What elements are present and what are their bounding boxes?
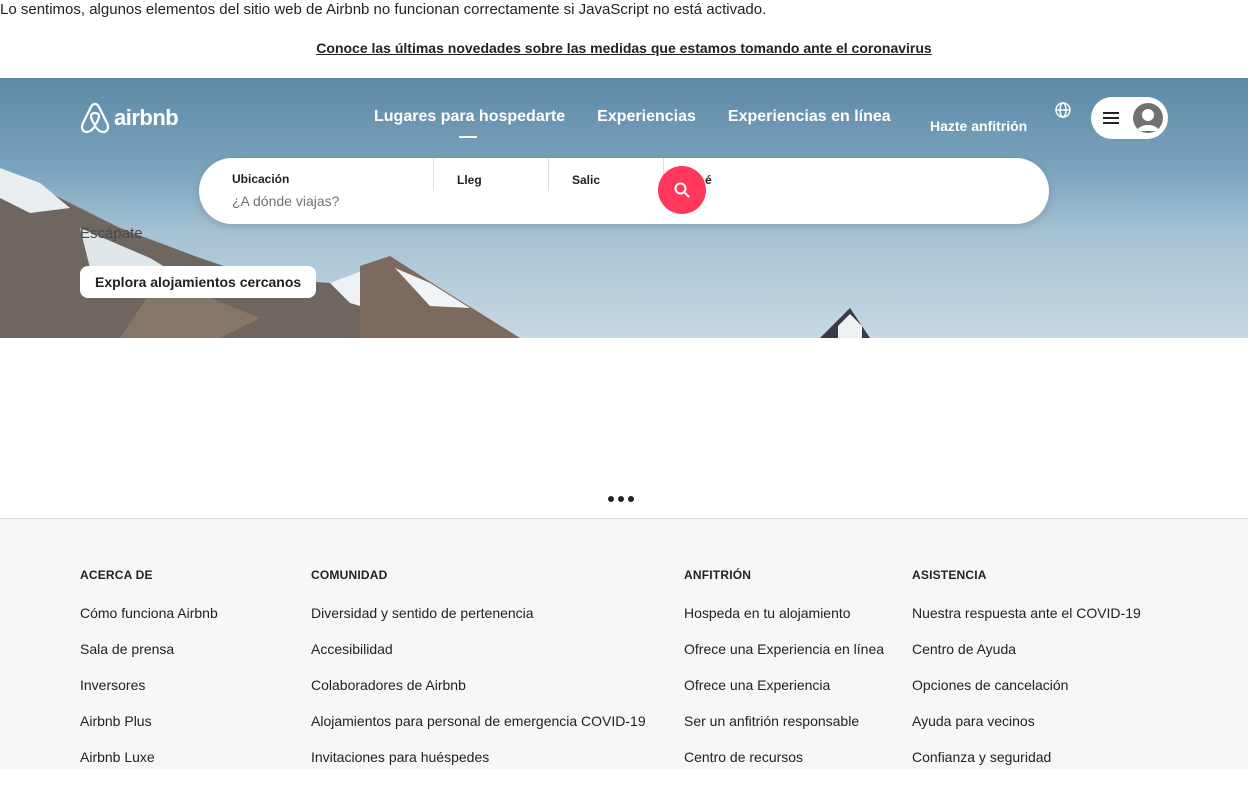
- footer-link[interactable]: Inversores: [80, 677, 218, 713]
- guests-field[interactable]: é: [705, 173, 712, 187]
- footer-column-title: ANFITRIÓN: [684, 568, 752, 582]
- footer-column-support: ASISTENCIA Nuestra respuesta ante el COV…: [912, 568, 1141, 785]
- nav-online-experiences[interactable]: Experiencias en línea: [728, 108, 891, 126]
- airbnb-logo-icon: [80, 102, 110, 134]
- airbnb-logo[interactable]: airbnb: [80, 102, 179, 134]
- footer-column-about: ACERCA DE Cómo funciona Airbnb Sala de p…: [80, 568, 218, 785]
- footer-link[interactable]: Colaboradores de Airbnb: [311, 677, 646, 713]
- logo-text: airbnb: [114, 105, 179, 130]
- explore-nearby-button[interactable]: Explora alojamientos cercanos: [80, 266, 317, 298]
- footer-link[interactable]: Alojamientos para personal de emergencia…: [311, 713, 646, 749]
- nav-experiences[interactable]: Experiencias: [597, 108, 696, 126]
- footer-link[interactable]: Airbnb Luxe: [80, 749, 218, 785]
- footer-link[interactable]: Accesibilidad: [311, 641, 646, 677]
- footer-link[interactable]: Ser un anfitrión responsable: [684, 713, 884, 749]
- footer: ACERCA DE Cómo funciona Airbnb Sala de p…: [0, 518, 1248, 769]
- hamburger-menu-icon: [1103, 112, 1119, 124]
- footer-link[interactable]: Opciones de cancelación: [912, 677, 1141, 713]
- footer-link[interactable]: Centro de recursos: [684, 749, 884, 785]
- covid-info-link[interactable]: Conoce las últimas novedades sobre las m…: [316, 40, 931, 56]
- search-button[interactable]: [658, 166, 706, 214]
- footer-link[interactable]: Hospeda en tu alojamiento: [684, 605, 884, 641]
- footer-column-community: COMUNIDAD Diversidad y sentido de perten…: [311, 568, 646, 785]
- footer-link[interactable]: Centro de Ayuda: [912, 641, 1141, 677]
- nav-stays[interactable]: Lugares para hospedarte: [374, 108, 565, 138]
- footer-link[interactable]: Confianza y seguridad: [912, 749, 1141, 785]
- footer-link[interactable]: Diversidad y sentido de pertenencia: [311, 605, 646, 641]
- checkout-field[interactable]: Salic: [572, 173, 600, 187]
- location-input[interactable]: [232, 193, 422, 209]
- main-nav: Lugares para hospedarte Experiencias Exp…: [374, 108, 891, 138]
- footer-link[interactable]: Nuestra respuesta ante el COVID-19: [912, 605, 1141, 641]
- globe-icon[interactable]: [1053, 100, 1073, 120]
- hero-tagline: Escápate: [80, 225, 143, 242]
- footer-link[interactable]: Ayuda para vecinos: [912, 713, 1141, 749]
- location-label: Ubicación: [232, 172, 290, 186]
- divider: [433, 158, 434, 191]
- javascript-disabled-notice: Lo sentimos, algunos elementos del sitio…: [0, 1, 767, 18]
- footer-link[interactable]: Cómo funciona Airbnb: [80, 605, 218, 641]
- user-menu-button[interactable]: [1091, 97, 1168, 139]
- footer-link[interactable]: Ofrece una Experiencia en línea: [684, 641, 884, 677]
- checkin-field[interactable]: Lleg: [457, 173, 482, 187]
- footer-column-title: ASISTENCIA: [912, 568, 987, 582]
- footer-link[interactable]: Invitaciones para huéspedes: [311, 749, 646, 785]
- footer-column-title: COMUNIDAD: [311, 568, 388, 582]
- become-host-link[interactable]: Hazte anfitrión: [930, 118, 1027, 134]
- footer-link[interactable]: Airbnb Plus: [80, 713, 218, 749]
- footer-column-host: ANFITRIÓN Hospeda en tu alojamiento Ofre…: [684, 568, 884, 785]
- footer-column-title: ACERCA DE: [80, 568, 153, 582]
- loading-indicator: [608, 496, 634, 502]
- footer-link[interactable]: Sala de prensa: [80, 641, 218, 677]
- search-icon: [674, 182, 690, 198]
- covid-banner: Conoce las últimas novedades sobre las m…: [0, 40, 1248, 56]
- divider: [548, 158, 549, 191]
- footer-link[interactable]: Ofrece una Experiencia: [684, 677, 884, 713]
- search-bar: Ubicación Lleg Salic é: [199, 158, 1049, 224]
- user-avatar-icon: [1133, 103, 1163, 133]
